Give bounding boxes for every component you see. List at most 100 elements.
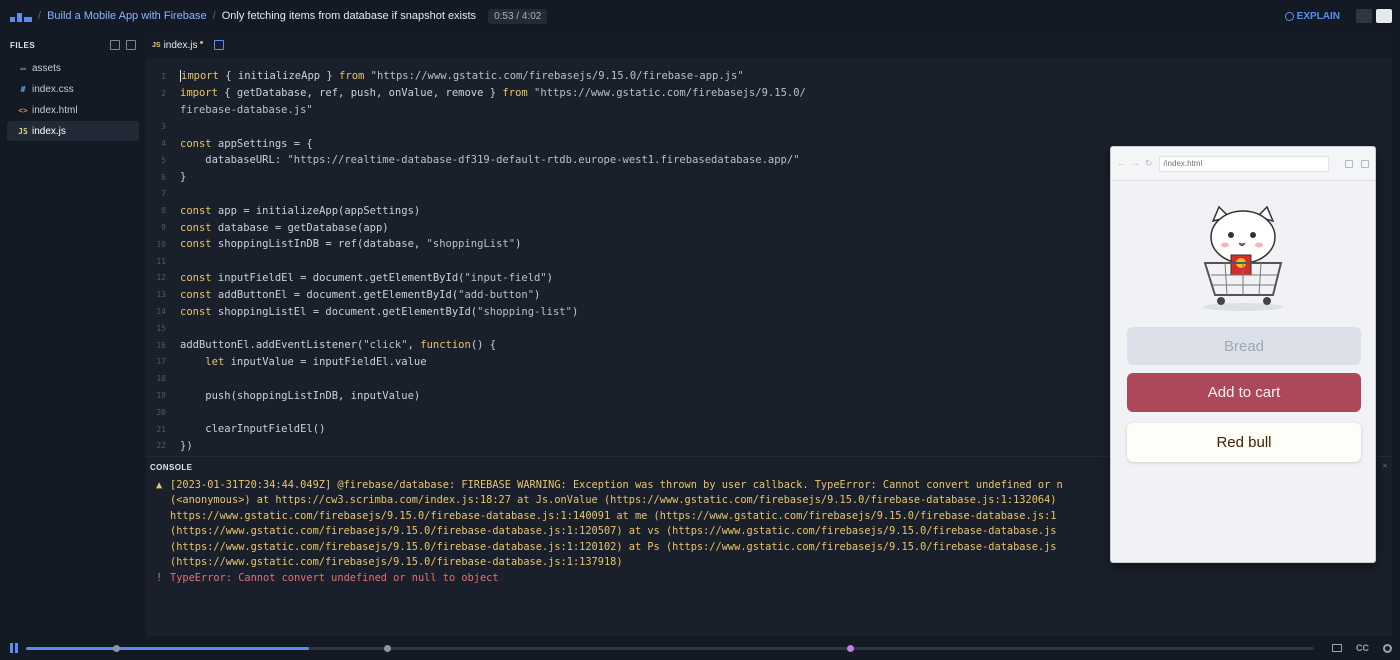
code-token: import — [181, 70, 219, 83]
code-token: "https://www.gstatic.com/firebasejs/9.15… — [527, 87, 806, 100]
line-number: 20 — [156, 407, 166, 417]
console-text: https://www.gstatic.com/firebasejs/9.15.… — [170, 509, 1057, 522]
file-label: index.js — [32, 125, 66, 137]
sidebar-file-assets[interactable]: ▭ assets — [7, 58, 139, 78]
js-file-icon: JS — [152, 41, 161, 49]
new-tab-icon[interactable] — [214, 40, 225, 50]
code-token: appSettings = { — [211, 137, 313, 150]
tab-label: index.js — [163, 39, 198, 51]
list-item[interactable]: Red bull — [1127, 423, 1361, 462]
top-bar: / Build a Mobile App with Firebase / Onl… — [0, 0, 1400, 32]
code-token: "https://realtime-database-df319-default… — [287, 154, 800, 167]
captions-button[interactable]: CC — [1356, 643, 1369, 653]
fullscreen-icon[interactable] — [1361, 159, 1369, 168]
close-icon[interactable]: × — [1382, 461, 1388, 472]
progress-track[interactable] — [26, 644, 1314, 652]
preview-body: Bread Add to cart Red bull — [1111, 203, 1375, 462]
line-number: 6 — [161, 172, 166, 182]
line-number: 8 — [161, 206, 166, 216]
code-token: ) — [546, 271, 553, 284]
timeline-marker[interactable] — [847, 644, 855, 652]
code-token: addButtonEl.addEventListener( — [180, 339, 364, 352]
code-token: const — [180, 221, 212, 234]
timeline-marker[interactable] — [383, 644, 391, 652]
code-token: firebase-database.js" — [180, 103, 313, 116]
layout-preview-icon[interactable] — [1376, 9, 1392, 23]
console-text: (https://www.gstatic.com/firebasejs/9.15… — [170, 525, 1057, 538]
explain-button[interactable]: EXPLAIN — [1284, 10, 1340, 22]
preview-url[interactable]: /index.html — [1158, 155, 1329, 172]
volume-icon[interactable] — [1332, 644, 1342, 652]
code-token: app = initializeApp(appSettings) — [211, 204, 421, 217]
forward-icon[interactable]: → — [1131, 158, 1140, 169]
file-sidebar: FILES ▭ assets # index.css <> index.html JS ind… — [0, 32, 146, 636]
code-token: } — [180, 171, 187, 184]
folder-icon: ▭ — [20, 63, 26, 73]
topbar-actions: EXPLAIN — [1284, 9, 1392, 23]
line-number: 5 — [161, 155, 166, 165]
line-number: 9 — [161, 223, 166, 233]
breadcrumb-lesson: Only fetching items from database if sna… — [221, 10, 477, 22]
explain-icon — [1284, 11, 1294, 21]
js-file-icon: JS — [18, 126, 28, 136]
css-file-icon: # — [20, 84, 26, 94]
console-text: [2023-01-31T20:34:44.049Z] @firebase/dat… — [170, 478, 1063, 491]
code-token: inputFieldEl = document.getElementById( — [211, 271, 465, 284]
reload-icon[interactable]: ↻ — [1145, 158, 1153, 169]
code-line: 2 import { getDatabase, ref, push, onValu… — [146, 85, 1392, 102]
pause-icon[interactable] — [10, 643, 18, 653]
code-token: const — [180, 305, 212, 318]
code-token: from — [502, 87, 528, 100]
html-file-icon: <> — [18, 105, 28, 115]
new-folder-icon[interactable] — [126, 40, 136, 50]
add-to-cart-button[interactable]: Add to cart — [1127, 373, 1361, 412]
new-file-icon[interactable] — [110, 40, 120, 50]
code-token: "input-field" — [464, 271, 547, 284]
code-token: function — [420, 339, 471, 352]
code-token: "add-button" — [458, 288, 535, 301]
scrimba-logo-icon[interactable] — [10, 10, 32, 22]
back-icon[interactable]: ← — [1117, 158, 1126, 169]
line-number: 18 — [156, 374, 166, 384]
line-number: 21 — [156, 424, 166, 434]
breadcrumb-course[interactable]: Build a Mobile App with Firebase — [47, 10, 207, 22]
explain-label: EXPLAIN — [1296, 10, 1340, 22]
gear-icon[interactable] — [1383, 643, 1392, 653]
progress-fill — [26, 646, 310, 650]
warning-icon: ▲ — [156, 478, 163, 491]
code-token: import — [180, 87, 218, 100]
player-bar: CC — [0, 636, 1400, 660]
code-token: "shoppingList" — [426, 238, 516, 251]
pin-icon[interactable] — [1345, 159, 1353, 168]
code-token: addButtonEl = document.getElementById( — [211, 288, 459, 301]
sidebar-file-index-html[interactable]: <> index.html — [7, 100, 139, 120]
line-number: 16 — [156, 340, 166, 350]
layout-split-icon[interactable] — [1356, 9, 1372, 23]
code-token: { getDatabase, ref, push, onValue, remov… — [217, 87, 503, 100]
sidebar-file-index-css[interactable]: # index.css — [7, 79, 139, 99]
breadcrumb-separator: / — [212, 10, 216, 22]
code-token: "shopping-list" — [477, 305, 572, 318]
timeline-marker[interactable] — [113, 644, 121, 652]
breadcrumb-separator: / — [38, 10, 42, 22]
files-header: FILES — [0, 32, 146, 58]
code-token: "click" — [363, 339, 408, 352]
line-number: 7 — [161, 189, 166, 199]
line-number: 15 — [156, 323, 166, 333]
sidebar-file-index-js[interactable]: JS index.js — [7, 121, 139, 141]
code-token: let — [205, 355, 225, 368]
line-number: 11 — [156, 256, 166, 266]
unsaved-dot-icon — [200, 40, 204, 44]
console-text: (https://www.gstatic.com/firebasejs/9.15… — [170, 556, 623, 569]
code-token: const — [180, 137, 212, 150]
playback-time: 0:53 / 4:02 — [488, 8, 548, 24]
line-number: 2 — [161, 88, 166, 98]
line-number: 14 — [156, 307, 166, 317]
item-input[interactable]: Bread — [1127, 327, 1361, 365]
code-token: shoppingListInDB = ref(database, — [211, 238, 427, 251]
player-controls: CC — [1332, 643, 1392, 653]
code-token: { initializeApp } — [218, 70, 340, 83]
files-title: FILES — [10, 40, 36, 50]
tab-index-js[interactable]: JS index.js — [152, 39, 225, 51]
code-token: const — [180, 238, 212, 251]
